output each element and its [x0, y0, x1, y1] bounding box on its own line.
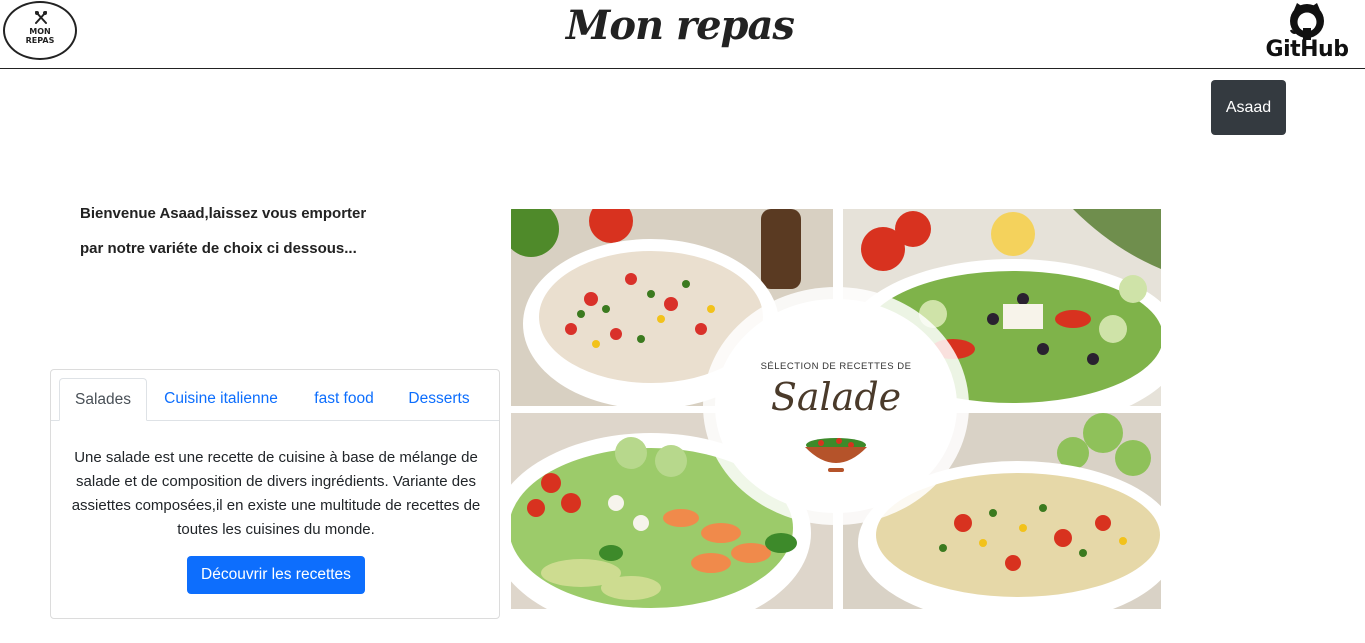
- badge-circle: SÉLECTION DE RECETTES DE Salade: [715, 299, 957, 513]
- welcome-line-2: par notre variéte de choix ci dessous...: [80, 240, 357, 257]
- logo-text: MON REPAS: [25, 27, 55, 45]
- github-link[interactable]: GitHub: [1255, 0, 1359, 66]
- badge-title: Salade: [770, 375, 902, 419]
- welcome-message: Bienvenue Asaad,laissez vous emporter pa…: [80, 205, 440, 275]
- github-octocat-icon: [1289, 3, 1324, 40]
- site-title: Mon repas: [566, 2, 795, 49]
- site-header: MON REPAS Mon repas GitHub: [0, 0, 1365, 69]
- category-card: Salades Cuisine italienne fast food Dess…: [50, 369, 500, 619]
- discover-recipes-button[interactable]: Découvrir les recettes: [187, 556, 365, 594]
- salad-bowl-icon: [805, 438, 867, 472]
- github-label: GitHub: [1265, 37, 1349, 62]
- salad-badge: SÉLECTION DE RECETTES DE Salade: [687, 287, 985, 525]
- user-menu-button[interactable]: Asaad: [1211, 80, 1286, 135]
- tab-fast-food[interactable]: fast food: [301, 378, 387, 420]
- tab-salades[interactable]: Salades: [59, 378, 147, 421]
- fork-knife-icon: [35, 11, 47, 24]
- tab-desserts[interactable]: Desserts: [395, 378, 483, 420]
- mon-repas-logo[interactable]: MON REPAS: [3, 1, 77, 60]
- welcome-line-1: Bienvenue Asaad,laissez vous emporter: [80, 205, 367, 222]
- salad-collage-image: SÉLECTION DE RECETTES DE Salade: [511, 209, 1161, 609]
- category-description: Une salade est une recette de cuisine à …: [71, 449, 481, 538]
- category-tabs: Salades Cuisine italienne fast food Dess…: [51, 378, 499, 421]
- tab-cuisine-italienne[interactable]: Cuisine italienne: [151, 378, 291, 420]
